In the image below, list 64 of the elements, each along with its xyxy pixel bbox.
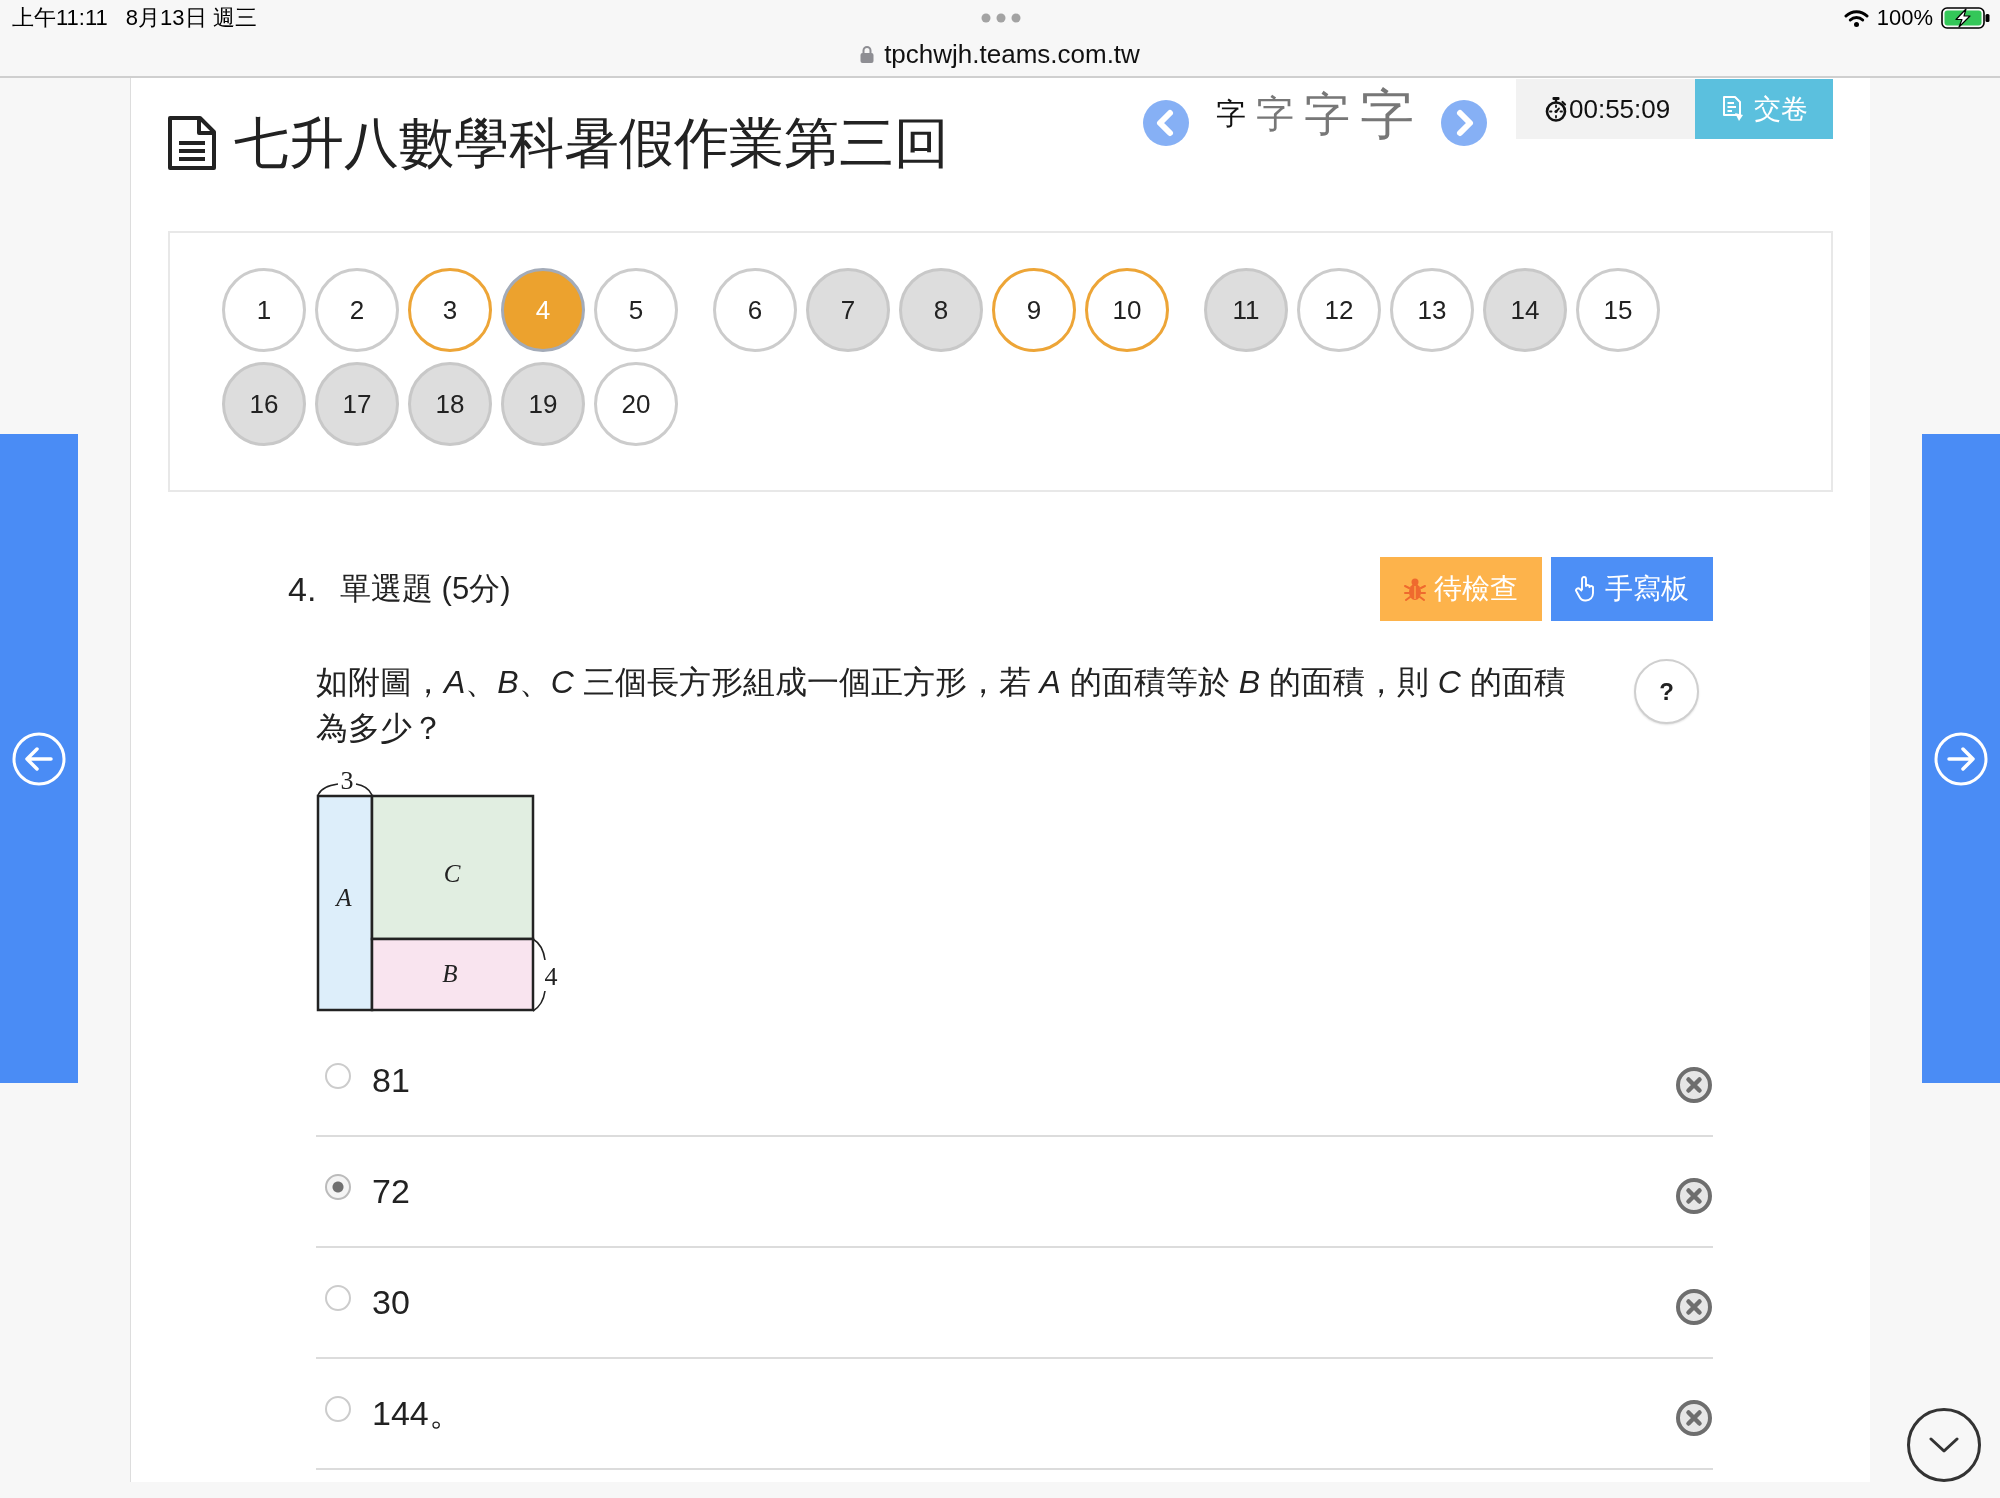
document-icon [168,116,216,170]
question-number-button[interactable]: 19 [501,362,585,446]
option-text: 72 [372,1172,410,1211]
option-text: 30 [372,1283,410,1322]
option-text: 144。 [372,1392,463,1434]
question-number-button[interactable]: 12 [1297,268,1381,352]
question-number-button[interactable]: 13 [1390,268,1474,352]
question-number-button[interactable]: 15 [1576,268,1660,352]
stopwatch-icon [1545,96,1567,122]
question-number-button[interactable]: 9 [992,268,1076,352]
question-text: 如附圖，A、B、C 三個長方形組成一個正方形，若 A 的面積等於 B 的面積，則 C 的面積為多少？ [316,663,1567,748]
question-number-button[interactable]: 10 [1085,268,1169,352]
url-text[interactable]: tpchwjh.teams.com.tw [884,38,1140,70]
page-title: 七升八數學科暑假作業第三回 [234,114,949,172]
question-number-button[interactable]: 17 [315,362,399,446]
document-icon [1722,95,1744,123]
arrow-left-circle-icon [12,731,66,786]
help-button[interactable]: ? [1634,659,1699,724]
question-number-button[interactable]: 2 [315,268,399,352]
question-number-button[interactable]: 3 [408,268,492,352]
timer-text: 00:55:09 [1569,93,1671,125]
cross-circle-icon[interactable] [1676,1399,1712,1436]
radio-button[interactable] [325,1062,351,1089]
arrow-right-circle-icon [1934,731,1988,786]
option-text: 81 [372,1061,410,1100]
question-number-button[interactable]: 14 [1483,268,1567,352]
question-number-button[interactable]: 6 [713,268,797,352]
question-number: 4. [288,569,318,609]
battery-icon [1941,7,1990,29]
lock-icon [860,45,875,63]
question-number-button[interactable]: 8 [899,268,983,352]
wifi-icon [1843,9,1869,27]
font-size-option[interactable]: 字 [1304,91,1350,137]
question-number-button[interactable]: 5 [594,268,678,352]
dimension-label: 3 [340,767,354,795]
rectangle-label: A [336,883,352,911]
scroll-down-button[interactable] [1907,1408,1981,1482]
cross-circle-icon[interactable] [1676,1066,1712,1103]
question-type: 單選題 (5分) [340,570,511,608]
bug-icon [1404,577,1426,601]
chevron-right-icon[interactable] [1441,100,1487,146]
font-size-option[interactable]: 字 [1216,99,1246,129]
rectangle-label: B [442,959,458,987]
question-number-button[interactable]: 7 [806,268,890,352]
rectangle-label: C [443,859,461,887]
question-number-button[interactable]: 20 [594,362,678,446]
cross-circle-icon[interactable] [1676,1288,1712,1325]
radio-button[interactable] [325,1284,351,1311]
font-size-option[interactable]: 字 [1360,87,1414,141]
font-size-option[interactable]: 字 [1256,95,1294,133]
status-date: 8月13日 週三 [125,4,257,32]
radio-button[interactable] [325,1395,351,1422]
more-dots-icon[interactable] [981,13,1021,23]
status-time: 上午11:11 [12,4,108,32]
question-number-button[interactable]: 16 [222,362,306,446]
battery-percent: 100% [1876,5,1933,31]
radio-button[interactable] [325,1173,351,1200]
question-number-button[interactable]: 1 [222,268,306,352]
chevron-left-icon[interactable] [1143,100,1189,146]
chevron-down-icon [1929,1437,1959,1453]
cross-circle-icon[interactable] [1676,1177,1712,1214]
question-number-button[interactable]: 18 [408,362,492,446]
dimension-label: 4 [544,961,558,991]
question-number-button[interactable]: 11 [1204,268,1288,352]
